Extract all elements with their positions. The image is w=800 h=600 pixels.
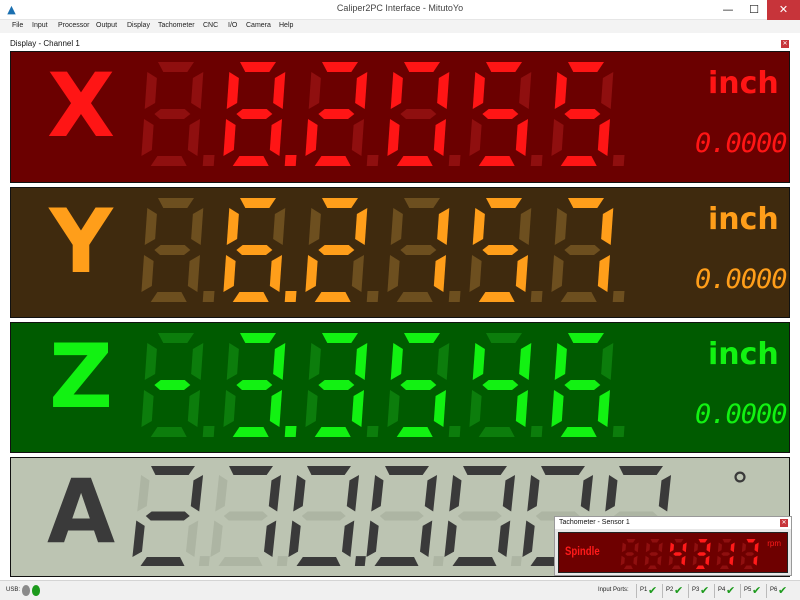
readout-y xyxy=(141,198,625,302)
menu-processor[interactable]: Processor xyxy=(58,22,90,29)
menu-tachometer[interactable]: Tachometer xyxy=(158,22,195,29)
port-p1-label: P1 xyxy=(640,587,648,593)
port-p5: P5 ✔ xyxy=(740,584,761,598)
digit-4 xyxy=(469,198,543,302)
check-icon: ✔ xyxy=(674,584,684,597)
port-p2-label: P2 xyxy=(666,587,674,593)
rpm-digit-3 xyxy=(692,539,711,569)
check-icon: ✔ xyxy=(726,584,736,597)
close-button[interactable]: ✕ xyxy=(767,0,800,20)
digit-0 xyxy=(132,466,210,566)
axis-letter-x: X xyxy=(47,54,115,157)
rpm-unit: rpm xyxy=(767,539,781,548)
window-title: Caliper2PC Interface - MitutoYo xyxy=(336,3,464,13)
secondary-readout-y: 0.0000 xyxy=(695,264,788,295)
rpm-digit-5 xyxy=(740,539,759,569)
tachometer-title: Tachometer - Sensor 1 xyxy=(559,519,630,526)
port-p6-label: P6 xyxy=(770,587,778,593)
digit-3 xyxy=(366,466,444,566)
usb-inactive-icon xyxy=(22,585,30,596)
digit-4 xyxy=(469,62,543,166)
menu-camera[interactable]: Camera xyxy=(246,22,271,29)
usb-label: USB: xyxy=(6,587,21,593)
unit-label-x: inch xyxy=(708,66,779,101)
display-panel-title: Display - Channel 1 xyxy=(10,39,80,48)
port-p5-label: P5 xyxy=(744,587,752,593)
maximize-button[interactable]: ☐ xyxy=(741,0,767,20)
menu-file[interactable]: File xyxy=(12,22,23,29)
rpm-readout xyxy=(620,539,759,569)
input-ports-label: Input Ports: xyxy=(598,587,629,593)
port-p3: P3 ✔ xyxy=(688,584,709,598)
tachometer-close-icon[interactable]: ✕ xyxy=(780,519,788,527)
tachometer-display: Spindle rpm xyxy=(558,532,788,573)
digit-2 xyxy=(305,198,379,302)
menu-display[interactable]: Display xyxy=(127,22,150,29)
digit-2 xyxy=(305,62,379,166)
digit-1 xyxy=(210,466,288,566)
menu-io[interactable]: I/O xyxy=(228,22,237,29)
menu-help[interactable]: Help xyxy=(279,22,293,29)
rpm-digit-0 xyxy=(620,539,639,569)
panel-close-icon[interactable]: ✕ xyxy=(781,40,789,48)
axis-row-x: X inch 0.0000 xyxy=(10,51,790,183)
menu-output[interactable]: Output xyxy=(96,22,117,29)
digit-0 xyxy=(141,198,215,302)
digit-3 xyxy=(387,198,461,302)
digit-4 xyxy=(444,466,522,566)
axis-row-y: Y inch 0.0000 xyxy=(10,187,790,318)
status-bar: USB: Input Ports: P1 ✔ P2 ✔ P3 ✔ P4 ✔ P5 ✔ P6… xyxy=(0,580,800,600)
digit-5 xyxy=(551,198,625,302)
digit-3 xyxy=(387,333,461,437)
port-p2: P2 ✔ xyxy=(662,584,683,598)
port-p6: P6 ✔ xyxy=(766,584,787,598)
menu-cnc[interactable]: CNC xyxy=(203,22,218,29)
readout-z xyxy=(141,333,625,437)
digit-0 xyxy=(141,62,215,166)
digit-5 xyxy=(551,333,625,437)
digit-2 xyxy=(288,466,366,566)
digit-1 xyxy=(223,333,297,437)
check-icon: ✔ xyxy=(778,584,788,597)
digit-3 xyxy=(387,62,461,166)
unit-label-z: inch xyxy=(708,337,779,372)
digit-4 xyxy=(469,333,543,437)
unit-label-a: ° xyxy=(731,466,749,507)
title-bar: ▲ Caliper2PC Interface - MitutoYo — ☐ ✕ xyxy=(0,0,800,20)
port-p4: P4 ✔ xyxy=(714,584,735,598)
axis-letter-y: Y xyxy=(49,190,113,293)
rpm-digit-1 xyxy=(644,539,663,569)
display-panel-header: Display - Channel 1 ✕ xyxy=(8,38,791,50)
tachometer-window[interactable]: Tachometer - Sensor 1 ✕ Spindle rpm xyxy=(554,516,792,576)
check-icon: ✔ xyxy=(752,584,762,597)
digit-5 xyxy=(551,62,625,166)
digit-1 xyxy=(223,198,297,302)
port-p4-label: P4 xyxy=(718,587,726,593)
digit-0 xyxy=(141,333,215,437)
axis-row-z: Z inch 0.0000 xyxy=(10,322,790,453)
menu-bar: File Input Processor Output Display Tach… xyxy=(0,20,800,33)
menu-input[interactable]: Input xyxy=(32,22,48,29)
check-icon: ✔ xyxy=(648,584,658,597)
tachometer-header: Tachometer - Sensor 1 ✕ xyxy=(555,517,791,529)
secondary-readout-z: 0.0000 xyxy=(695,399,788,430)
spindle-label: Spindle xyxy=(565,544,600,558)
port-p3-label: P3 xyxy=(692,587,700,593)
rpm-digit-2 xyxy=(668,539,687,569)
axis-letter-a: A xyxy=(46,460,116,563)
secondary-readout-x: 0.0000 xyxy=(695,128,788,159)
rpm-digit-4 xyxy=(716,539,735,569)
minimize-button[interactable]: — xyxy=(715,0,741,20)
digit-2 xyxy=(305,333,379,437)
unit-label-y: inch xyxy=(708,202,779,237)
usb-active-icon xyxy=(32,585,40,596)
check-icon: ✔ xyxy=(700,584,710,597)
axis-letter-z: Z xyxy=(49,325,113,428)
port-p1: P1 ✔ xyxy=(636,584,657,598)
digit-1 xyxy=(223,62,297,166)
readout-x xyxy=(141,62,625,166)
